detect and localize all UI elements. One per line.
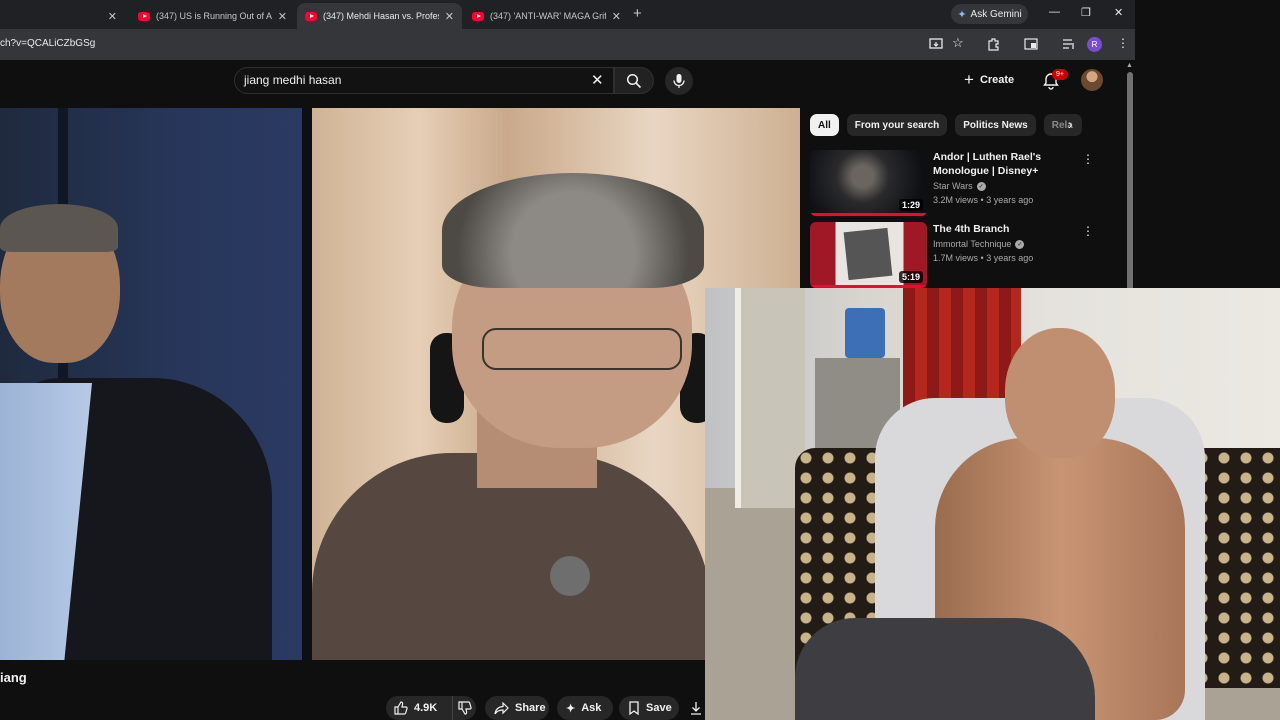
media-controls-icon[interactable] bbox=[1062, 37, 1076, 51]
ask-button[interactable]: ✦ Ask bbox=[557, 696, 613, 720]
tab-mehdi-hasan[interactable]: (347) Mehdi Hasan vs. Professor ✕ bbox=[297, 3, 462, 29]
recommended-video[interactable]: 5:19 The 4th Branch Immortal Technique ✓… bbox=[810, 222, 1120, 288]
channel-label: Immortal Technique bbox=[933, 239, 1012, 249]
search-query[interactable]: jiang medhi hasan bbox=[244, 73, 341, 87]
clear-search-icon[interactable]: ✕ bbox=[591, 71, 604, 89]
video-duration: 5:19 bbox=[898, 271, 923, 283]
chip-politics-news[interactable]: Politics News bbox=[955, 114, 1036, 136]
share-label: Share bbox=[515, 702, 546, 714]
plus-icon: + bbox=[964, 70, 974, 89]
tab-title: (347) Mehdi Hasan vs. Professor bbox=[323, 11, 439, 21]
video-left-pane bbox=[0, 108, 306, 660]
profile-avatar[interactable]: R bbox=[1087, 37, 1102, 52]
upload-age: 3 years ago bbox=[986, 253, 1034, 263]
chip-all[interactable]: All bbox=[810, 114, 839, 136]
new-tab-icon[interactable]: + bbox=[633, 5, 642, 22]
upload-age: 3 years ago bbox=[986, 195, 1034, 205]
user-avatar[interactable] bbox=[1081, 69, 1103, 91]
tab-close-icon[interactable]: ✕ bbox=[445, 10, 454, 23]
watched-progress-bar bbox=[810, 213, 927, 216]
save-label: Save bbox=[646, 702, 672, 714]
install-app-icon[interactable] bbox=[929, 37, 943, 51]
more-actions-icon[interactable]: ⋮ bbox=[1082, 224, 1094, 238]
voice-search-button[interactable] bbox=[665, 67, 693, 95]
tab-anti-war[interactable]: (347) 'ANTI-WAR' MAGA Grifters ✕ bbox=[464, 3, 629, 29]
browser-tab-strip: ✕ (347) US is Running Out of Ammo ✕ (347… bbox=[0, 0, 1135, 29]
save-button[interactable]: Save bbox=[619, 696, 679, 720]
lapel-mic-icon bbox=[550, 556, 590, 596]
tab-close-icon[interactable]: ✕ bbox=[108, 10, 117, 23]
share-arrow-icon bbox=[494, 701, 509, 714]
extensions-icon[interactable] bbox=[987, 37, 1001, 51]
video-thumbnail[interactable]: 1:29 bbox=[810, 150, 927, 216]
video-duration: 1:29 bbox=[898, 199, 923, 211]
share-button[interactable]: Share bbox=[485, 696, 549, 720]
video-title[interactable]: The 4th Branch bbox=[933, 222, 1083, 236]
create-button[interactable]: + Create bbox=[964, 68, 1030, 92]
view-count: 3.2M views bbox=[933, 195, 979, 205]
thumbs-up-icon bbox=[394, 701, 408, 715]
chip-from-your-search[interactable]: From your search bbox=[846, 114, 948, 136]
sparkle-icon: ✦ bbox=[566, 702, 576, 715]
channel-name[interactable]: iang bbox=[0, 670, 27, 685]
window-close-icon[interactable]: ✕ bbox=[1114, 6, 1123, 19]
youtube-favicon-icon bbox=[305, 11, 317, 21]
scroll-up-arrow-icon[interactable]: ▲ bbox=[1126, 62, 1133, 69]
webcam-overlay bbox=[705, 288, 1280, 720]
tab-partial[interactable]: ✕ bbox=[0, 3, 125, 29]
download-button[interactable] bbox=[686, 696, 706, 720]
browser-toolbar: ch?v=QCALiCZbGSg bbox=[0, 29, 1135, 60]
dislike-button[interactable] bbox=[452, 696, 476, 720]
ask-gemini-label: Ask Gemini bbox=[970, 8, 1022, 20]
video-meta: 3.2M views • 3 years ago bbox=[933, 195, 1034, 205]
channel-label: Star Wars bbox=[933, 181, 973, 191]
tab-title: (347) US is Running Out of Ammo bbox=[156, 11, 272, 21]
minimize-icon[interactable]: — bbox=[1049, 6, 1060, 18]
create-label: Create bbox=[979, 74, 1015, 86]
tab-close-icon[interactable]: ✕ bbox=[278, 10, 287, 23]
split-view-icon[interactable] bbox=[1024, 37, 1038, 51]
tab-close-icon[interactable]: ✕ bbox=[612, 10, 621, 23]
video-channel[interactable]: Immortal Technique ✓ bbox=[933, 239, 1025, 249]
video-meta: 1.7M views • 3 years ago bbox=[933, 253, 1034, 263]
tab-title: (347) 'ANTI-WAR' MAGA Grifters bbox=[490, 11, 606, 21]
video-channel[interactable]: Star Wars ✓ bbox=[933, 181, 986, 191]
microphone-icon bbox=[673, 74, 685, 88]
scrollbar-thumb[interactable] bbox=[1127, 72, 1133, 290]
bookmark-star-icon[interactable]: ☆ bbox=[952, 35, 964, 51]
notification-badge: 9+ bbox=[1052, 69, 1068, 80]
chip-related[interactable]: Rela bbox=[1043, 114, 1082, 136]
bookmark-icon bbox=[629, 701, 639, 715]
recommended-video[interactable]: 1:29 Andor | Luthen Rael's Monologue | D… bbox=[810, 150, 1120, 216]
verified-check-icon: ✓ bbox=[1015, 239, 1025, 249]
search-button[interactable] bbox=[614, 67, 654, 94]
youtube-favicon-icon bbox=[138, 11, 150, 21]
download-icon bbox=[691, 702, 701, 715]
address-bar[interactable]: ch?v=QCALiCZbGSg bbox=[0, 38, 95, 49]
youtube-favicon-icon bbox=[472, 11, 484, 21]
gemini-sparkle-icon: ✦ bbox=[957, 8, 967, 21]
video-title[interactable]: Andor | Luthen Rael's Monologue | Disney… bbox=[933, 150, 1083, 178]
filter-chips: All From your search Politics News Rela bbox=[810, 114, 1082, 136]
chrome-menu-icon[interactable]: ⋮ bbox=[1117, 36, 1129, 50]
more-actions-icon[interactable]: ⋮ bbox=[1082, 152, 1094, 166]
tab-us-running-out[interactable]: (347) US is Running Out of Ammo ✕ bbox=[130, 3, 295, 29]
search-icon bbox=[626, 73, 642, 89]
like-count: 4.9K bbox=[414, 702, 438, 714]
ask-gemini-button[interactable]: ✦ Ask Gemini bbox=[951, 4, 1028, 24]
video-thumbnail[interactable]: 5:19 bbox=[810, 222, 927, 288]
thumbs-down-icon bbox=[457, 701, 472, 715]
chevron-right-icon[interactable]: › bbox=[1068, 116, 1073, 132]
ask-label: Ask bbox=[581, 702, 602, 714]
verified-check-icon: ✓ bbox=[976, 181, 986, 191]
maximize-icon[interactable]: ❐ bbox=[1081, 6, 1091, 19]
screen: ✕ (347) US is Running Out of Ammo ✕ (347… bbox=[0, 0, 1280, 720]
view-count: 1.7M views bbox=[933, 253, 979, 263]
like-button[interactable]: 4.9K bbox=[386, 696, 452, 720]
video-player[interactable] bbox=[0, 108, 800, 660]
